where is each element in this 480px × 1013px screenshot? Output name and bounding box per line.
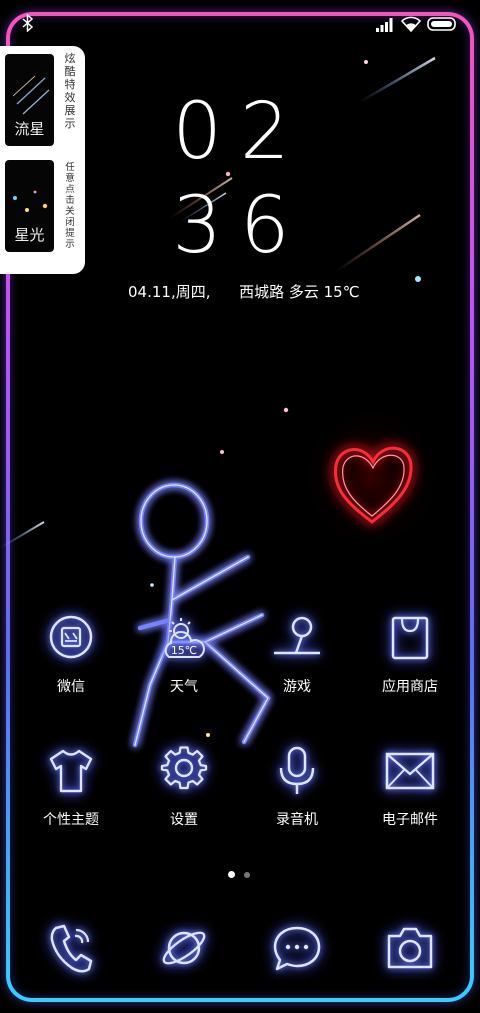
app-recorder[interactable]: 录音机: [247, 746, 347, 846]
app-theme[interactable]: 个性主题: [21, 746, 121, 846]
app-label: 电子邮件: [382, 812, 438, 828]
app-label: 游戏: [283, 679, 311, 695]
microphone-icon: [279, 746, 315, 794]
app-wechat[interactable]: 微信: [21, 613, 121, 713]
app-settings[interactable]: 设置: [134, 746, 234, 846]
starlight-effect-label: 星光: [14, 226, 45, 244]
page-dot[interactable]: [244, 872, 250, 878]
app-game[interactable]: 游戏: [247, 613, 347, 713]
app-label: 个性主题: [43, 812, 99, 828]
app-email[interactable]: 电子邮件: [360, 746, 460, 846]
app-store[interactable]: 应用商店: [360, 613, 460, 713]
app-label: 录音机: [276, 812, 318, 828]
dock-messages[interactable]: [272, 922, 322, 974]
bluetooth-icon: [22, 14, 34, 32]
weather-badge: 15℃: [171, 644, 197, 657]
effects-panel-hint: 任意点击关闭提示: [65, 162, 75, 250]
date-weather-line[interactable]: 04.11,周四, 西城路 多云 15℃: [128, 281, 360, 302]
browser-icon: [162, 931, 206, 965]
app-label: 设置: [170, 812, 198, 828]
effects-showcase-panel[interactable]: 流星 星光 炫酷特效展示 任意点击关闭提示: [0, 46, 85, 274]
meteor-effect-label: 流星: [14, 120, 45, 138]
status-bar: [0, 0, 480, 36]
app-label: 应用商店: [382, 679, 438, 695]
dock-phone[interactable]: [46, 922, 96, 974]
app-label: 微信: [57, 679, 85, 695]
effects-panel-title: 炫酷特效展示: [64, 52, 76, 130]
camera-icon: [387, 927, 433, 969]
dock-browser[interactable]: [159, 922, 209, 974]
clock-hour: 02: [172, 87, 308, 177]
phone-icon: [50, 924, 93, 973]
starlight-effect-tile[interactable]: 星光: [5, 160, 54, 252]
dock-camera[interactable]: [385, 922, 435, 974]
page-indicator: [228, 871, 258, 879]
app-label: 天气: [170, 679, 198, 695]
app-store-icon: [391, 616, 429, 660]
meteor-effect-tile[interactable]: 流星: [5, 54, 54, 146]
battery-icon: [427, 17, 456, 31]
gear-icon: [160, 746, 208, 790]
app-weather[interactable]: 15℃ 天气: [134, 613, 234, 713]
wechat-icon: [49, 615, 93, 659]
envelope-icon: [385, 752, 435, 790]
page-dot-active[interactable]: [228, 871, 235, 878]
wifi-icon: [401, 16, 421, 32]
message-bubble-icon: [273, 926, 321, 971]
game-joystick-icon: [274, 616, 320, 655]
tshirt-theme-icon: [49, 749, 93, 793]
clock-minute: 36: [172, 181, 308, 271]
signal-icon: [376, 18, 393, 32]
weather-icon: 15℃: [164, 618, 205, 658]
